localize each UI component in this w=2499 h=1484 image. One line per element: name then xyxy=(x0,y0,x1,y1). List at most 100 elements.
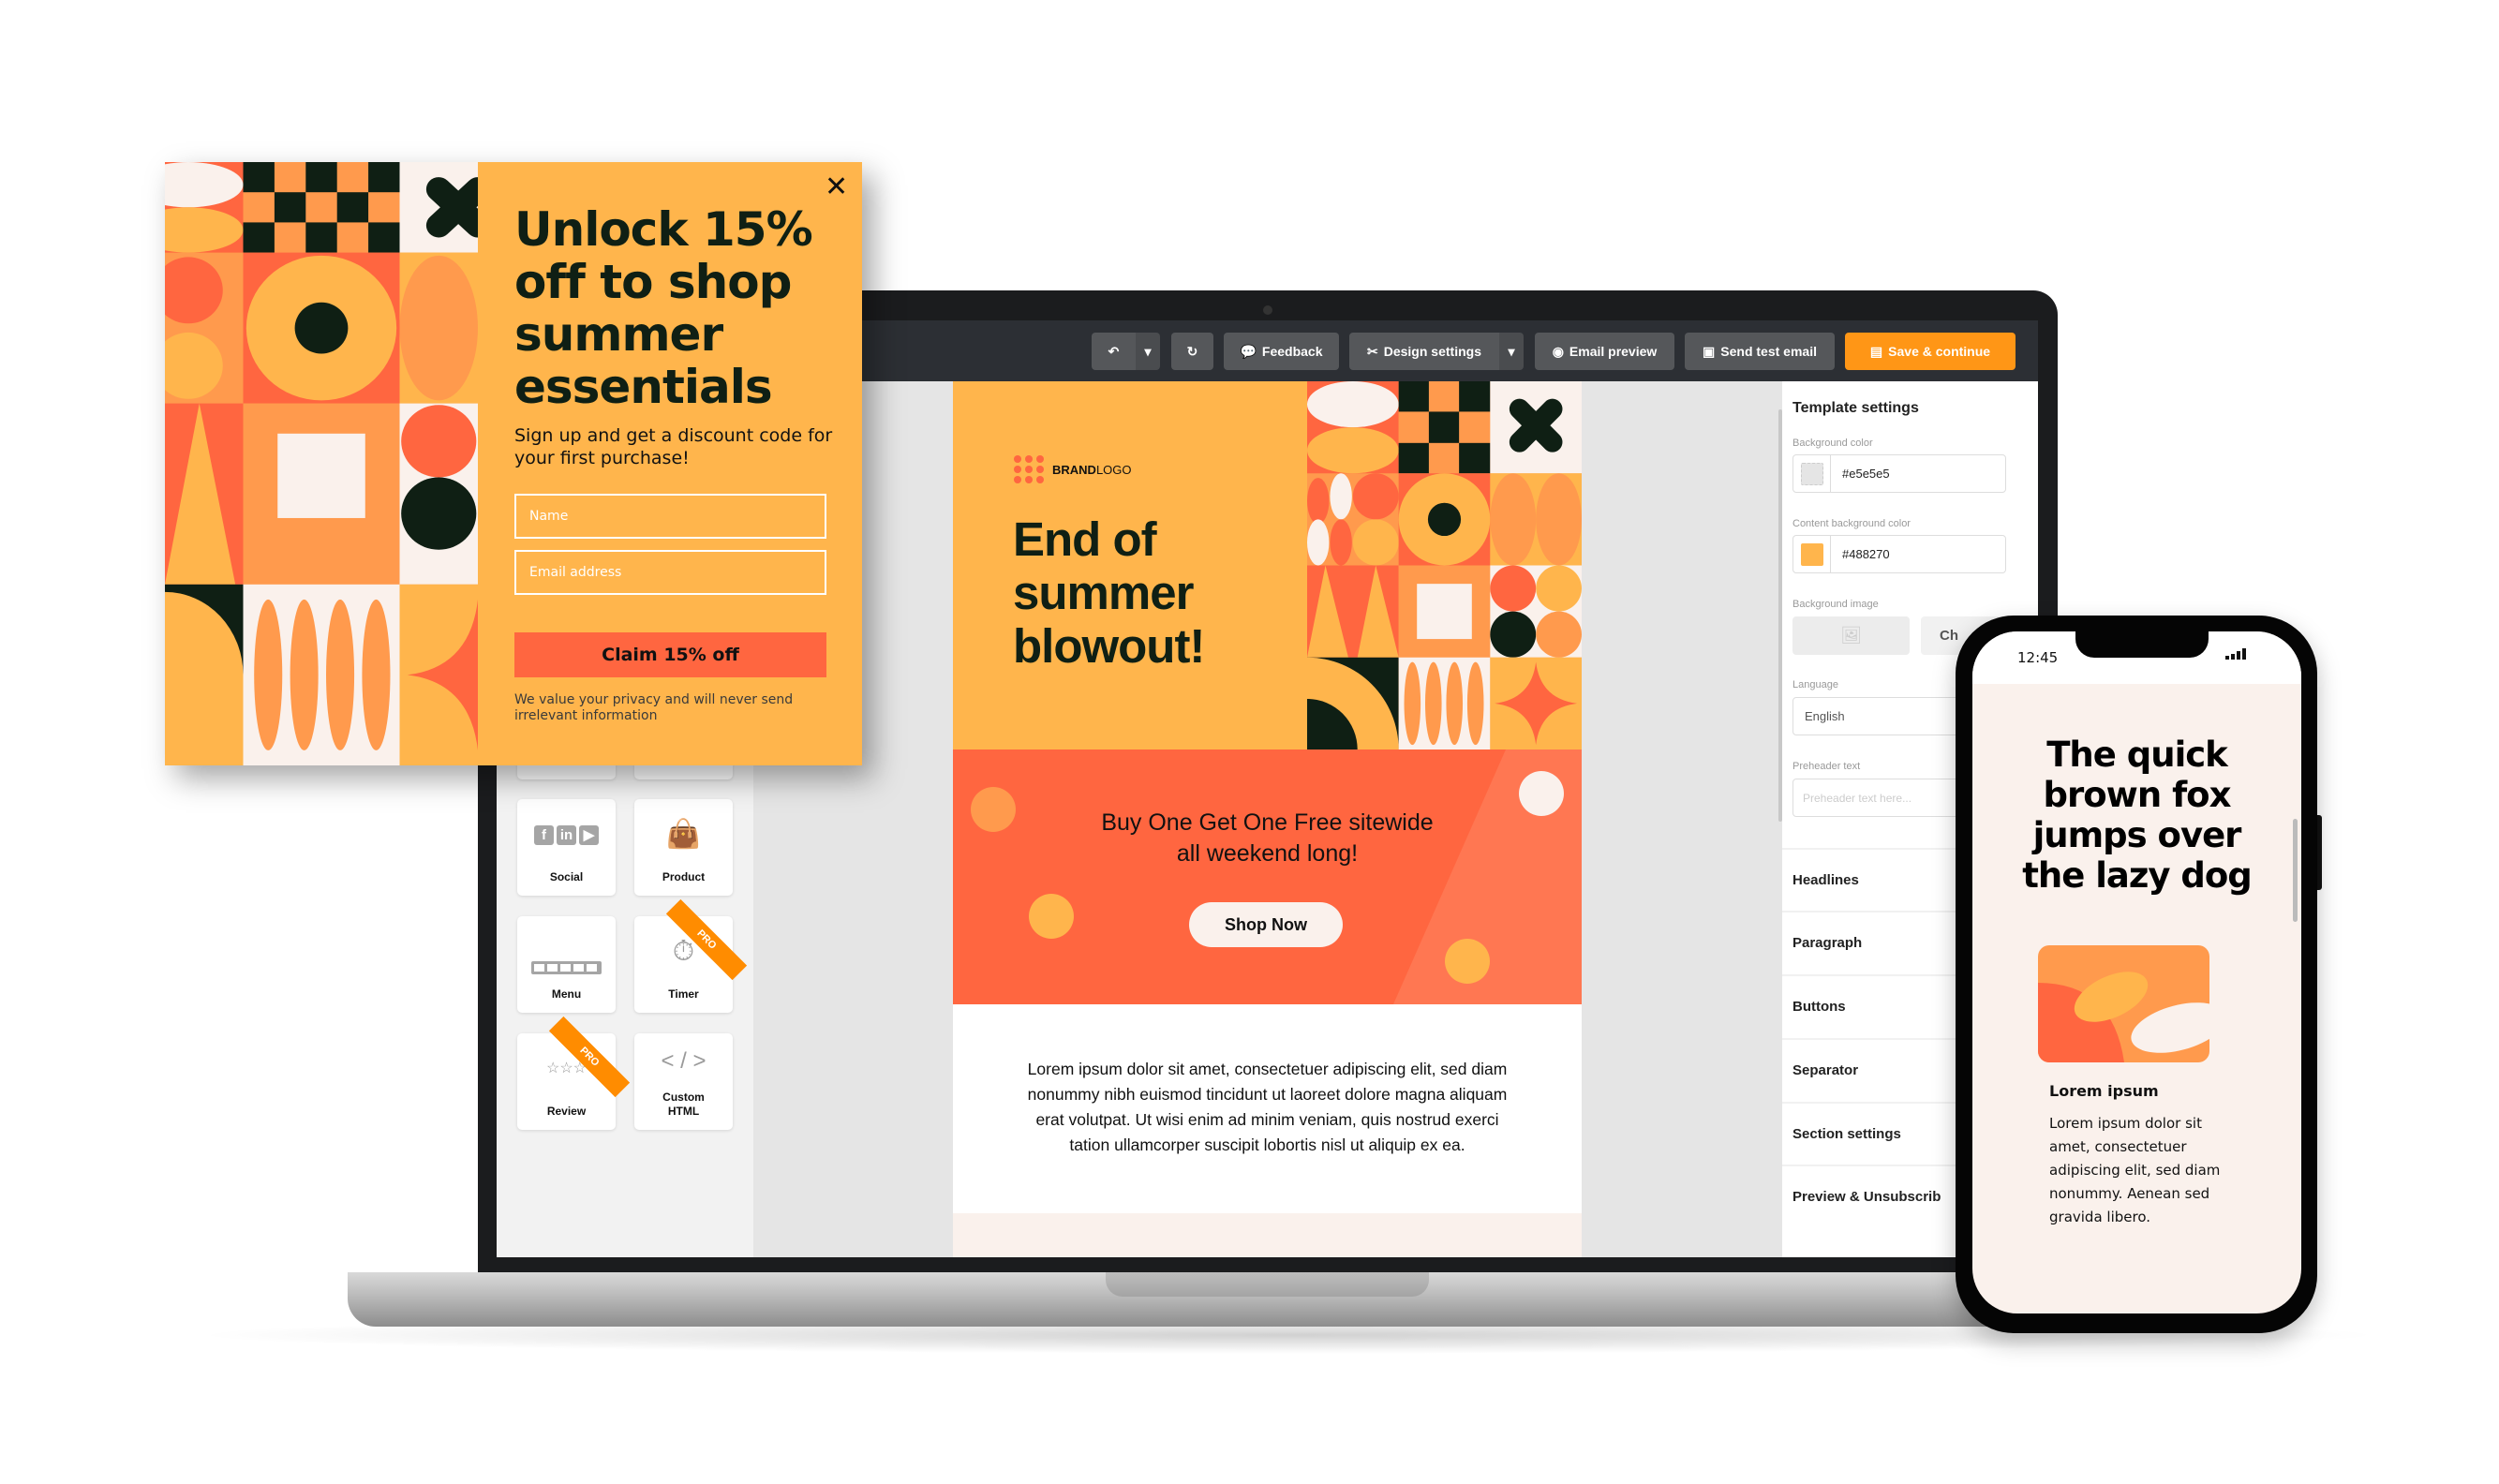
privacy-note: We value your privacy and will never sen… xyxy=(514,692,794,723)
caret-down-icon: ▾ xyxy=(1508,343,1515,359)
background-color-value: #e5e5e5 xyxy=(1842,467,1890,481)
name-input[interactable]: Name xyxy=(514,494,826,539)
phone-title-line: brown fox xyxy=(2043,775,2232,815)
menu-bar-icon xyxy=(517,947,616,985)
send-test-email-button[interactable]: ▣ Send test email xyxy=(1685,333,1835,370)
promo-line: all weekend long! xyxy=(1176,840,1359,867)
promo-background-shapes xyxy=(971,749,1582,1004)
phone-scrollbar[interactable] xyxy=(2293,819,2298,922)
save-icon: ▤ xyxy=(1869,343,1883,359)
block-label: Menu xyxy=(551,987,582,1001)
email-preview-button[interactable]: ◉ Email preview xyxy=(1535,333,1674,370)
close-icon[interactable]: ✕ xyxy=(825,173,848,201)
save-continue-label: Save & continue xyxy=(1888,344,1991,359)
hero-title-line: End of xyxy=(1013,512,1157,566)
design-settings-label: Design settings xyxy=(1383,344,1481,359)
hero-title-line: blowout! xyxy=(1013,619,1205,673)
popup-title-line: essentials xyxy=(514,360,773,414)
content-background-value: #488270 xyxy=(1842,547,1890,561)
block-label: Product xyxy=(662,870,706,883)
content-background-field[interactable]: #488270 xyxy=(1792,535,2006,573)
email-paragraph: Lorem ipsum dolor sit amet, consectetuer… xyxy=(1027,1060,1508,1154)
redo-button[interactable]: ↻ xyxy=(1171,333,1213,370)
phone-mockup: 12:45 The quick brown fox jumps over the… xyxy=(1956,616,2317,1333)
block-review[interactable]: ☆☆☆ PRO Review xyxy=(517,1016,631,1130)
settings-title: Template settings xyxy=(1792,400,1919,416)
block-label: Social xyxy=(549,870,584,883)
color-swatch[interactable] xyxy=(1793,536,1831,572)
phone-title-line: the lazy dog xyxy=(2022,855,2253,896)
signup-popup: ✕ Unlock 15% off to shop summer essentia… xyxy=(165,162,862,765)
image-icon: 🖼 xyxy=(1840,626,1862,645)
design-settings-dropdown[interactable]: ▾ xyxy=(1499,333,1524,370)
promo-line: Buy One Get One Free sitewide xyxy=(1101,809,1434,836)
status-time: 12:45 xyxy=(2017,649,2059,666)
save-continue-button[interactable]: ▤ Save & continue xyxy=(1845,333,2016,370)
signal-icon xyxy=(2225,648,2246,660)
feedback-label: Feedback xyxy=(1261,344,1323,359)
language-label: Language xyxy=(1792,679,1838,690)
phone-screen: 12:45 The quick brown fox jumps over the… xyxy=(1972,631,2301,1313)
block-product[interactable]: 👜 Product xyxy=(634,799,733,896)
design-tools-icon: ✂ xyxy=(1367,343,1378,359)
popup-title: Unlock 15% off to shop summer essentials xyxy=(514,202,813,414)
shopping-bag-icon: 👜 xyxy=(665,819,702,850)
popup-title-line: Unlock 15% xyxy=(514,202,813,257)
popup-title-line: off to shop xyxy=(514,255,792,309)
laptop-camera xyxy=(1263,305,1272,315)
send-test-email-label: Send test email xyxy=(1720,344,1817,359)
block-custom-html[interactable]: < / > Custom HTML xyxy=(634,1033,733,1130)
email-input[interactable]: Email address xyxy=(514,550,826,595)
paragraph-section[interactable]: Lorem ipsum dolor sit amet, consectetuer… xyxy=(953,1004,1582,1213)
email-canvas: BRANDLOGO End of summer blowout! Buy One… xyxy=(953,381,1582,1257)
block-label: Custom HTML xyxy=(662,1091,705,1118)
redo-icon: ↻ xyxy=(1186,343,1198,359)
popup-title-line: summer xyxy=(514,307,723,362)
phone-title: The quick brown fox jumps over the lazy … xyxy=(1972,735,2301,896)
phone-hero-image xyxy=(2038,945,2209,1062)
preheader-label: Preheader text xyxy=(1792,761,1861,772)
phone-title-line: The quick xyxy=(2046,735,2228,775)
phone-paragraph: Lorem ipsum dolor sit amet, consectetuer… xyxy=(2049,1115,2221,1225)
logo-light: LOGO xyxy=(1095,462,1132,477)
shop-now-button[interactable]: Shop Now xyxy=(1189,902,1343,947)
background-color-field[interactable]: #e5e5e5 xyxy=(1792,454,2006,493)
feedback-button[interactable]: 💬 Feedback xyxy=(1224,333,1339,370)
brand-logo-icon xyxy=(1014,455,1044,483)
background-image-label: Background image xyxy=(1792,599,1879,610)
undo-icon: ↶ xyxy=(1108,343,1120,359)
geometric-pattern-image xyxy=(1307,381,1582,749)
chat-bubbles-icon: 💬 xyxy=(1240,343,1257,359)
code-icon: < / > xyxy=(661,1048,707,1074)
phone-heading: Lorem ipsum xyxy=(2049,1082,2159,1100)
phone-title-line: jumps over xyxy=(2032,815,2242,855)
popup-subtitle: Sign up and get a discount code for your… xyxy=(514,425,833,468)
background-image-picker[interactable]: 🖼 xyxy=(1792,616,1910,655)
phone-notch xyxy=(2075,631,2209,658)
undo-button[interactable]: ↶ xyxy=(1092,333,1136,370)
logo-bold: BRAND xyxy=(1052,462,1096,477)
block-label: Review xyxy=(546,1105,587,1118)
block-timer[interactable]: ⏱ PRO Timer xyxy=(634,898,748,1013)
block-label: Timer xyxy=(668,987,699,1001)
block-social[interactable]: f in ▶ Social xyxy=(517,799,616,896)
background-color-label: Background color xyxy=(1792,438,1873,449)
claim-discount-button[interactable]: Claim 15% off xyxy=(514,632,826,677)
popup-pattern-image xyxy=(165,162,478,765)
hero-title-line: summer xyxy=(1013,566,1194,619)
block-menu[interactable]: Menu xyxy=(517,916,616,1013)
color-swatch[interactable] xyxy=(1793,455,1831,492)
undo-history-dropdown[interactable]: ▾ xyxy=(1136,333,1160,370)
promo-text: Buy One Get One Free sitewide all weeken… xyxy=(953,808,1582,869)
hero-title[interactable]: End of summer blowout! xyxy=(1013,512,1205,673)
email-hero-section[interactable]: BRANDLOGO End of summer blowout! xyxy=(953,381,1582,749)
content-background-label: Content background color xyxy=(1792,518,1911,529)
eye-icon: ◉ xyxy=(1552,343,1564,359)
promo-section[interactable]: Buy One Get One Free sitewide all weeken… xyxy=(953,749,1582,1004)
social-icons: f in ▶ xyxy=(517,825,616,845)
send-device-icon: ▣ xyxy=(1703,343,1716,359)
email-preview-label: Email preview xyxy=(1569,344,1658,359)
caret-down-icon: ▾ xyxy=(1144,343,1152,359)
design-settings-button[interactable]: ✂ Design settings xyxy=(1349,333,1499,370)
brand-logo: BRANDLOGO xyxy=(1013,454,1132,484)
